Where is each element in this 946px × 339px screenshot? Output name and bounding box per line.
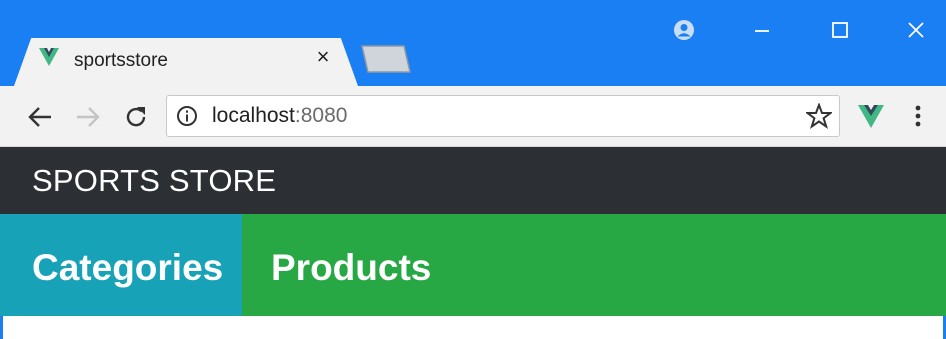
categories-title: Categories [32, 247, 224, 288]
vue-logo-icon [39, 48, 59, 66]
url-host: localhost [212, 104, 295, 127]
products-title: Products [271, 247, 432, 288]
url-text: localhost:8080 [212, 104, 347, 128]
window-border-left [0, 316, 3, 339]
more-menu-icon[interactable] [906, 102, 930, 130]
tab-close-icon[interactable]: × [312, 45, 334, 69]
reload-icon[interactable] [118, 100, 154, 134]
url-port: :8080 [294, 104, 348, 127]
vue-devtools-icon[interactable] [857, 103, 885, 129]
back-arrow-icon[interactable] [22, 100, 58, 134]
profile-icon[interactable] [664, 14, 704, 46]
close-icon[interactable] [896, 14, 936, 46]
tab-title: sportsstore [74, 50, 168, 71]
minimize-icon[interactable] [742, 14, 782, 46]
star-icon[interactable] [806, 103, 832, 129]
info-icon[interactable] [176, 105, 198, 127]
browser-tab[interactable] [14, 38, 358, 86]
forward-arrow-icon[interactable] [70, 100, 106, 134]
new-tab-icon[interactable] [356, 44, 412, 74]
maximize-icon[interactable] [820, 14, 860, 46]
store-brand[interactable]: SPORTS STORE [32, 163, 276, 199]
